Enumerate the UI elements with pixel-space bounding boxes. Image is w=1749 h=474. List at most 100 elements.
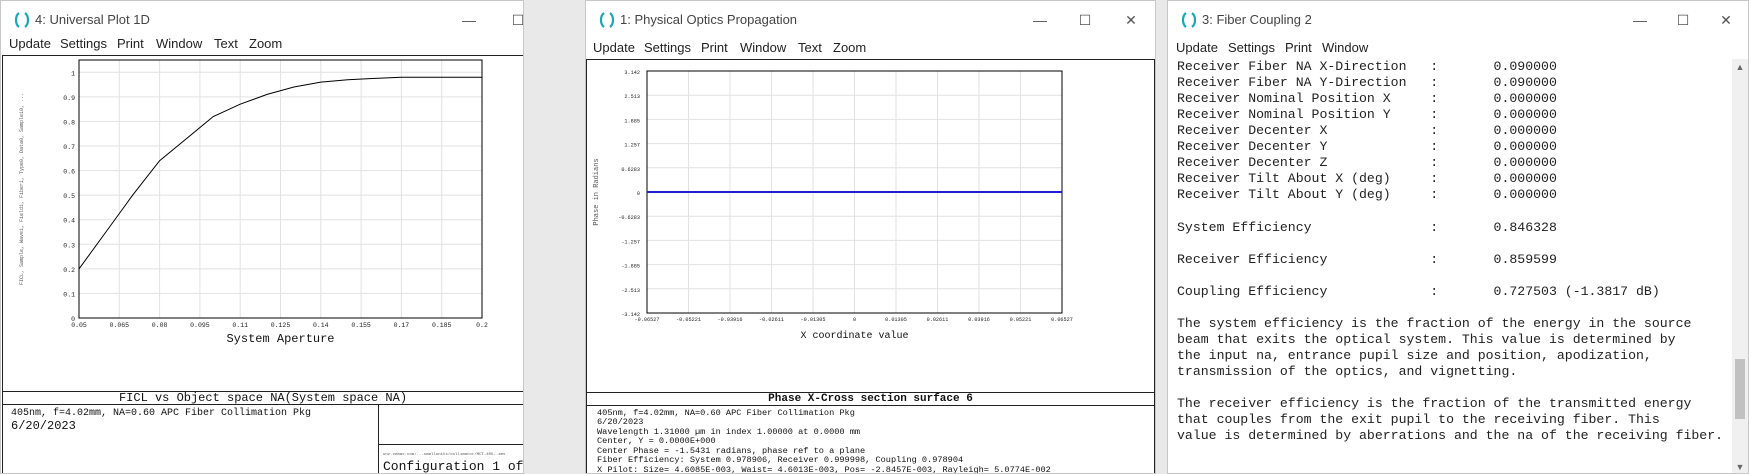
y-tick-label: 1 bbox=[71, 70, 75, 77]
minimize-icon[interactable]: — bbox=[457, 8, 481, 32]
y-tick-label: 0.1 bbox=[63, 291, 75, 298]
x-tick-label: 0.05221 bbox=[1010, 317, 1032, 323]
menu-update[interactable]: Update bbox=[593, 40, 635, 55]
y-axis-label: Phase in Radians bbox=[593, 158, 601, 225]
x-tick-label: 0.06527 bbox=[1051, 317, 1073, 323]
text-line: System Efficiency : 0.846328 bbox=[1177, 219, 1557, 235]
menu-zoom[interactable]: Zoom bbox=[833, 40, 866, 55]
menu-text[interactable]: Text bbox=[214, 36, 238, 51]
text-line: transmission of the optics, and vignetti… bbox=[1177, 363, 1518, 379]
y-tick-label: -2.513 bbox=[621, 288, 640, 294]
menu-settings[interactable]: Settings bbox=[1228, 40, 1275, 55]
minimize-icon[interactable]: — bbox=[1628, 8, 1652, 32]
menu-bar: Update Settings Print Window Text Zoom bbox=[1, 33, 523, 55]
plot-area: 0.05 0.065 0.08 0.095 0.11 0.125 0.14 0.155 0.17… bbox=[2, 55, 523, 393]
y-tick-label: 0.6283 bbox=[621, 167, 640, 173]
x-tick-label: 0.05 bbox=[71, 322, 87, 329]
x-tick-label: 0.17 bbox=[394, 322, 410, 329]
y-tick-label: -3.142 bbox=[621, 312, 640, 318]
text-line: Receiver Nominal Position Y : 0.000000 bbox=[1177, 107, 1557, 123]
y-tick-label: 0.4 bbox=[63, 218, 75, 225]
y-tick-label: 1.885 bbox=[624, 118, 640, 124]
menu-window[interactable]: Window bbox=[156, 36, 202, 51]
scroll-up-icon[interactable]: ▲ bbox=[1732, 59, 1748, 75]
text-line: Receiver Decenter X : 0.000000 bbox=[1177, 123, 1557, 139]
file-path-text: unz.zemax.com/...smallunits/collimator/M… bbox=[383, 453, 506, 457]
info-line: Fiber Efficiency: System 0.978906, Recei… bbox=[597, 455, 964, 465]
x-tick-label: 0.095 bbox=[190, 322, 210, 329]
text-line: Receiver Tilt About X (deg) : 0.000000 bbox=[1177, 171, 1557, 187]
y-tick-label: 0.2 bbox=[63, 267, 75, 274]
x-tick-label: 0.125 bbox=[271, 322, 291, 329]
x-tick-label: 0.155 bbox=[351, 322, 371, 329]
zemax-app-icon bbox=[13, 11, 31, 29]
y-tick-label: -1.885 bbox=[621, 264, 640, 270]
phase-line-chart: -0.06527 -0.05221 -0.03916 -0.02611 -0.01305… bbox=[593, 70, 1073, 342]
maximize-icon[interactable]: ☐ bbox=[1073, 8, 1097, 32]
menu-update[interactable]: Update bbox=[1176, 40, 1218, 55]
maximize-icon[interactable]: ☐ bbox=[506, 8, 523, 32]
x-tick-label: 0.08 bbox=[152, 322, 168, 329]
plot-caption: FICL vs Object space NA(System space NA) bbox=[118, 391, 408, 405]
y-tick-label: -0.6283 bbox=[618, 215, 640, 221]
physical-optics-propagation-window: 1: Physical Optics Propagation — ☐ ✕ Upd… bbox=[585, 0, 1156, 474]
y-tick-label: 0.5 bbox=[63, 193, 75, 200]
x-tick-label: 0.01305 bbox=[885, 317, 907, 323]
zemax-app-icon bbox=[598, 11, 616, 29]
info-line: X Pilot: Size= 4.6085E-003, Waist= 4.601… bbox=[597, 465, 1051, 474]
menu-print[interactable]: Print bbox=[701, 40, 728, 55]
menu-text[interactable]: Text bbox=[798, 40, 822, 55]
universal-plot-window: 4: Universal Plot 1D — ☐ ✕ Update Settin… bbox=[0, 0, 524, 474]
text-line: Receiver Tilt About Y (deg) : 0.000000 bbox=[1177, 187, 1557, 203]
menu-settings[interactable]: Settings bbox=[644, 40, 691, 55]
menu-window[interactable]: Window bbox=[1322, 40, 1368, 55]
scroll-thumb[interactable] bbox=[1735, 359, 1745, 419]
configuration-label: Configuration 1 of 1 bbox=[383, 459, 524, 474]
menu-zoom[interactable]: Zoom bbox=[249, 36, 282, 51]
window-title: 3: Fiber Coupling 2 bbox=[1202, 12, 1312, 27]
text-line: Coupling Efficiency : 0.727503 (-1.3817 … bbox=[1177, 283, 1660, 299]
menu-window[interactable]: Window bbox=[740, 40, 786, 55]
x-tick-label: 0.03916 bbox=[968, 317, 990, 323]
close-icon[interactable]: ✕ bbox=[1714, 8, 1738, 32]
menu-print[interactable]: Print bbox=[117, 36, 144, 51]
y-tick-label: 0.7 bbox=[63, 144, 75, 151]
config-divider bbox=[379, 444, 523, 445]
zemax-app-icon bbox=[1180, 11, 1198, 29]
text-line: Receiver Decenter Y : 0.000000 bbox=[1177, 139, 1557, 155]
title-bar[interactable]: 1: Physical Optics Propagation — ☐ ✕ bbox=[586, 1, 1155, 39]
y-tick-label: 0.3 bbox=[63, 242, 75, 249]
ficl-line-chart: 0.05 0.065 0.08 0.095 0.11 0.125 0.14 0.155 0.17… bbox=[19, 59, 488, 346]
maximize-icon[interactable]: ☐ bbox=[1671, 8, 1695, 32]
title-bar[interactable]: 3: Fiber Coupling 2 — ☐ ✕ bbox=[1168, 1, 1748, 39]
plot-info-box: 405nm, f=4.02mm, NA=0.60 APC Fiber Colli… bbox=[586, 405, 1155, 474]
menu-update[interactable]: Update bbox=[9, 36, 51, 51]
x-tick-label: 0.02611 bbox=[927, 317, 949, 323]
y-tick-label: 0.9 bbox=[63, 95, 75, 102]
plot-info-line-1: 405nm, f=4.02mm, NA=0.60 APC Fiber Colli… bbox=[11, 408, 312, 419]
x-tick-label: -0.05221 bbox=[676, 317, 701, 323]
x-tick-label: -0.01305 bbox=[801, 317, 826, 323]
text-output-area[interactable]: Receiver Fiber NA X-Direction : 0.090000… bbox=[1168, 59, 1733, 473]
x-tick-label: 0.2 bbox=[476, 322, 488, 329]
vertical-scrollbar[interactable]: ▲ ▼ bbox=[1732, 59, 1748, 473]
y-tick-label: 0 bbox=[637, 191, 640, 197]
menu-print[interactable]: Print bbox=[1285, 40, 1312, 55]
plot-info-line-2: 6/20/2023 bbox=[11, 419, 76, 433]
x-tick-label: 0.065 bbox=[110, 322, 130, 329]
text-line: The system efficiency is the fraction of… bbox=[1177, 315, 1692, 331]
fiber-coupling-window: 3: Fiber Coupling 2 — ☐ ✕ Update Setting… bbox=[1167, 0, 1749, 474]
plot-area: -0.06527 -0.05221 -0.03916 -0.02611 -0.01305… bbox=[586, 59, 1155, 393]
menu-settings[interactable]: Settings bbox=[60, 36, 107, 51]
y-axis-label: FICL, Sample, Wave1, Field1, Fiber1, Typ… bbox=[19, 93, 25, 285]
minimize-icon[interactable]: — bbox=[1028, 8, 1052, 32]
y-tick-label: 3.142 bbox=[624, 70, 640, 76]
text-line: Receiver Fiber NA X-Direction : 0.090000 bbox=[1177, 59, 1557, 74]
x-tick-label: 0.185 bbox=[432, 322, 452, 329]
scroll-down-icon[interactable]: ▼ bbox=[1732, 459, 1748, 473]
x-tick-label: -0.03916 bbox=[718, 317, 743, 323]
x-axis-label: X coordinate value bbox=[800, 330, 908, 342]
close-icon[interactable]: ✕ bbox=[1119, 8, 1143, 32]
config-box: unz.zemax.com/...smallunits/collimator/M… bbox=[378, 404, 524, 474]
text-line: the input na, entrance pupil size and po… bbox=[1177, 347, 1652, 363]
